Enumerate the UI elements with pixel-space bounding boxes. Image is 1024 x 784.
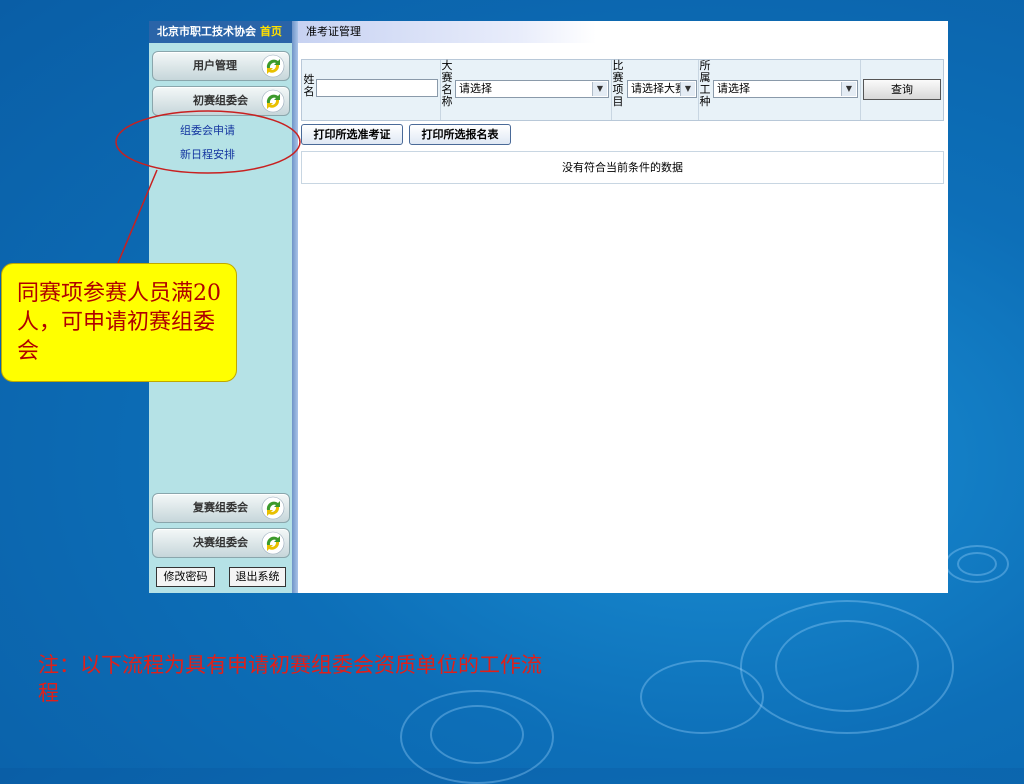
footnote: 注：以下流程为具有申请初赛组委会资质单位的工作流程 xyxy=(38,653,542,705)
callout-pointer-line xyxy=(117,169,158,264)
callout-box: 同赛项参赛人员满20人，可申请初赛组委会 xyxy=(1,263,237,382)
highlight-ellipse xyxy=(115,110,301,174)
